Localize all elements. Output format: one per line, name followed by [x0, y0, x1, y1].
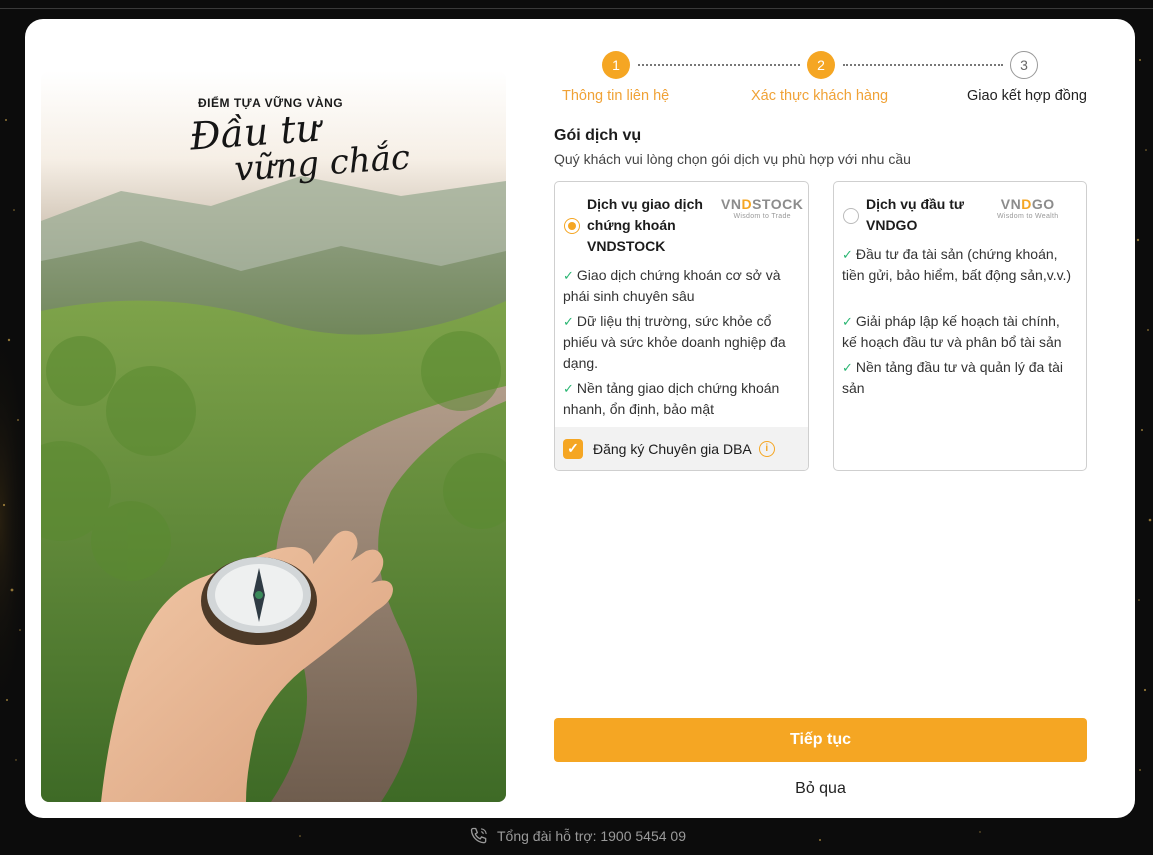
vndstock-logo-tagline: Wisdom to Trade	[733, 213, 791, 220]
phone-icon	[470, 827, 487, 844]
continue-button[interactable]: Tiếp tục	[554, 718, 1087, 762]
dba-label: Đăng ký Chuyên gia DBA	[593, 440, 752, 457]
vndgo-feature-2-text: Giải pháp lập kế hoạch tài chính, kế hoạ…	[842, 313, 1062, 350]
vndstock-title: Dịch vụ giao dịch chứng khoán VNDSTOCK	[587, 194, 703, 257]
dba-checkbox[interactable]: ✓	[563, 438, 583, 459]
vndgo-radio[interactable]	[843, 208, 859, 224]
vndstock-logo: VNDSTOCK Wisdom to Trade	[721, 196, 803, 220]
check-icon: ✓	[563, 314, 574, 329]
vndstock-title-line3: VNDSTOCK	[587, 238, 666, 254]
vndstock-feature-3: ✓ Nền tảng giao dịch chứng khoán nhanh, ổ…	[563, 378, 800, 420]
vndgo-logo-tagline: Wisdom to Wealth	[997, 213, 1059, 220]
support-text: Tổng đài hỗ trợ: 1900 5454 09	[497, 828, 686, 844]
vndgo-feature-3: ✓ Nền tảng đầu tư và quản lý đa tài sản	[842, 357, 1078, 399]
vndgo-title: Dịch vụ đầu tư VNDGO	[866, 194, 964, 236]
step-1-label: Thông tin liên hệ	[562, 88, 670, 104]
step-1-badge: 1	[602, 51, 630, 79]
check-icon: ✓	[563, 268, 574, 283]
skip-button[interactable]: Bỏ qua	[554, 779, 1087, 799]
dba-addon-row[interactable]: ✓ Đăng ký Chuyên gia DBA i	[555, 427, 808, 470]
vndstock-logo-pre: VN	[721, 196, 742, 212]
vndstock-feature-2: ✓ Dữ liệu thị trường, sức khỏe cổ phiếu v…	[563, 311, 800, 374]
service-subtitle: Quý khách vui lòng chọn gói dịch vụ phù …	[554, 151, 911, 167]
vndgo-title-line1: Dịch vụ đầu tư	[866, 196, 965, 212]
vndstock-feature-2-text: Dữ liệu thị trường, sức khỏe cổ phiếu và…	[563, 313, 786, 371]
package-card-vndgo[interactable]: Dịch vụ đầu tư VNDGO VNDGO Wisdom to Wea…	[833, 181, 1087, 471]
check-icon: ✓	[563, 381, 574, 396]
vndstock-title-line2: chứng khoán	[587, 217, 676, 233]
hero-tagline: ĐIỂM TỰA VỮNG VÀNG	[198, 96, 344, 110]
step-connector-2	[843, 64, 1003, 66]
check-icon: ✓	[567, 440, 579, 456]
vndstock-feature-1-text: Giao dịch chứng khoán cơ sở và phái sinh…	[563, 267, 781, 304]
vndgo-title-line2: VNDGO	[866, 217, 918, 233]
check-icon: ✓	[842, 314, 853, 329]
vndstock-feature-1: ✓ Giao dịch chứng khoán cơ sở và phái sin…	[563, 265, 800, 307]
vndgo-logo-post: GO	[1031, 196, 1055, 212]
vndgo-feature-3-text: Nền tảng đầu tư và quản lý đa tài sản	[842, 359, 1063, 396]
vndstock-radio[interactable]	[564, 218, 580, 234]
step-2-badge: 2	[807, 51, 835, 79]
hero-script-slogan: Đầu tư vững chắc	[188, 103, 413, 190]
vndgo-feature-1: ✓ Đầu tư đa tài sản (chứng khoán, tiền gử…	[842, 244, 1078, 286]
step-3-badge: 3	[1010, 51, 1038, 79]
vndstock-logo-mark: D	[741, 196, 753, 212]
hero-image: ĐIỂM TỰA VỮNG VÀNG Đầu tư vững chắc	[41, 71, 506, 802]
info-icon[interactable]: i	[758, 440, 775, 457]
support-hotline: Tổng đài hỗ trợ: 1900 5454 09	[469, 826, 686, 846]
step-2-label: Xác thực khách hàng	[751, 88, 889, 104]
vndgo-feature-2: ✓ Giải pháp lập kế hoạch tài chính, kế ho…	[842, 311, 1078, 353]
vndgo-logo: VNDGO Wisdom to Wealth	[997, 196, 1058, 220]
package-card-vndstock[interactable]: Dịch vụ giao dịch chứng khoán VNDSTOCK V…	[554, 181, 809, 471]
step-connector-1	[638, 64, 800, 66]
service-title: Gói dịch vụ	[554, 127, 642, 144]
vndstock-title-line1: Dịch vụ giao dịch	[587, 196, 703, 212]
vndgo-feature-1-text: Đầu tư đa tài sản (chứng khoán, tiền gửi…	[842, 246, 1072, 283]
check-icon: ✓	[842, 247, 853, 262]
vndgo-logo-mark: D	[1021, 196, 1032, 212]
progress-stepper: 1 2 3 Thông tin liên hệ Xác thực khách h…	[554, 51, 1094, 111]
vndgo-logo-pre: VN	[1000, 196, 1022, 212]
check-icon: ✓	[842, 360, 853, 375]
vndstock-logo-post: STOCK	[752, 196, 804, 212]
top-divider	[0, 8, 1153, 9]
step-3-label: Giao kết hợp đồng	[967, 88, 1087, 104]
vndstock-feature-3-text: Nền tảng giao dịch chứng khoán nhanh, ổn…	[563, 380, 780, 417]
